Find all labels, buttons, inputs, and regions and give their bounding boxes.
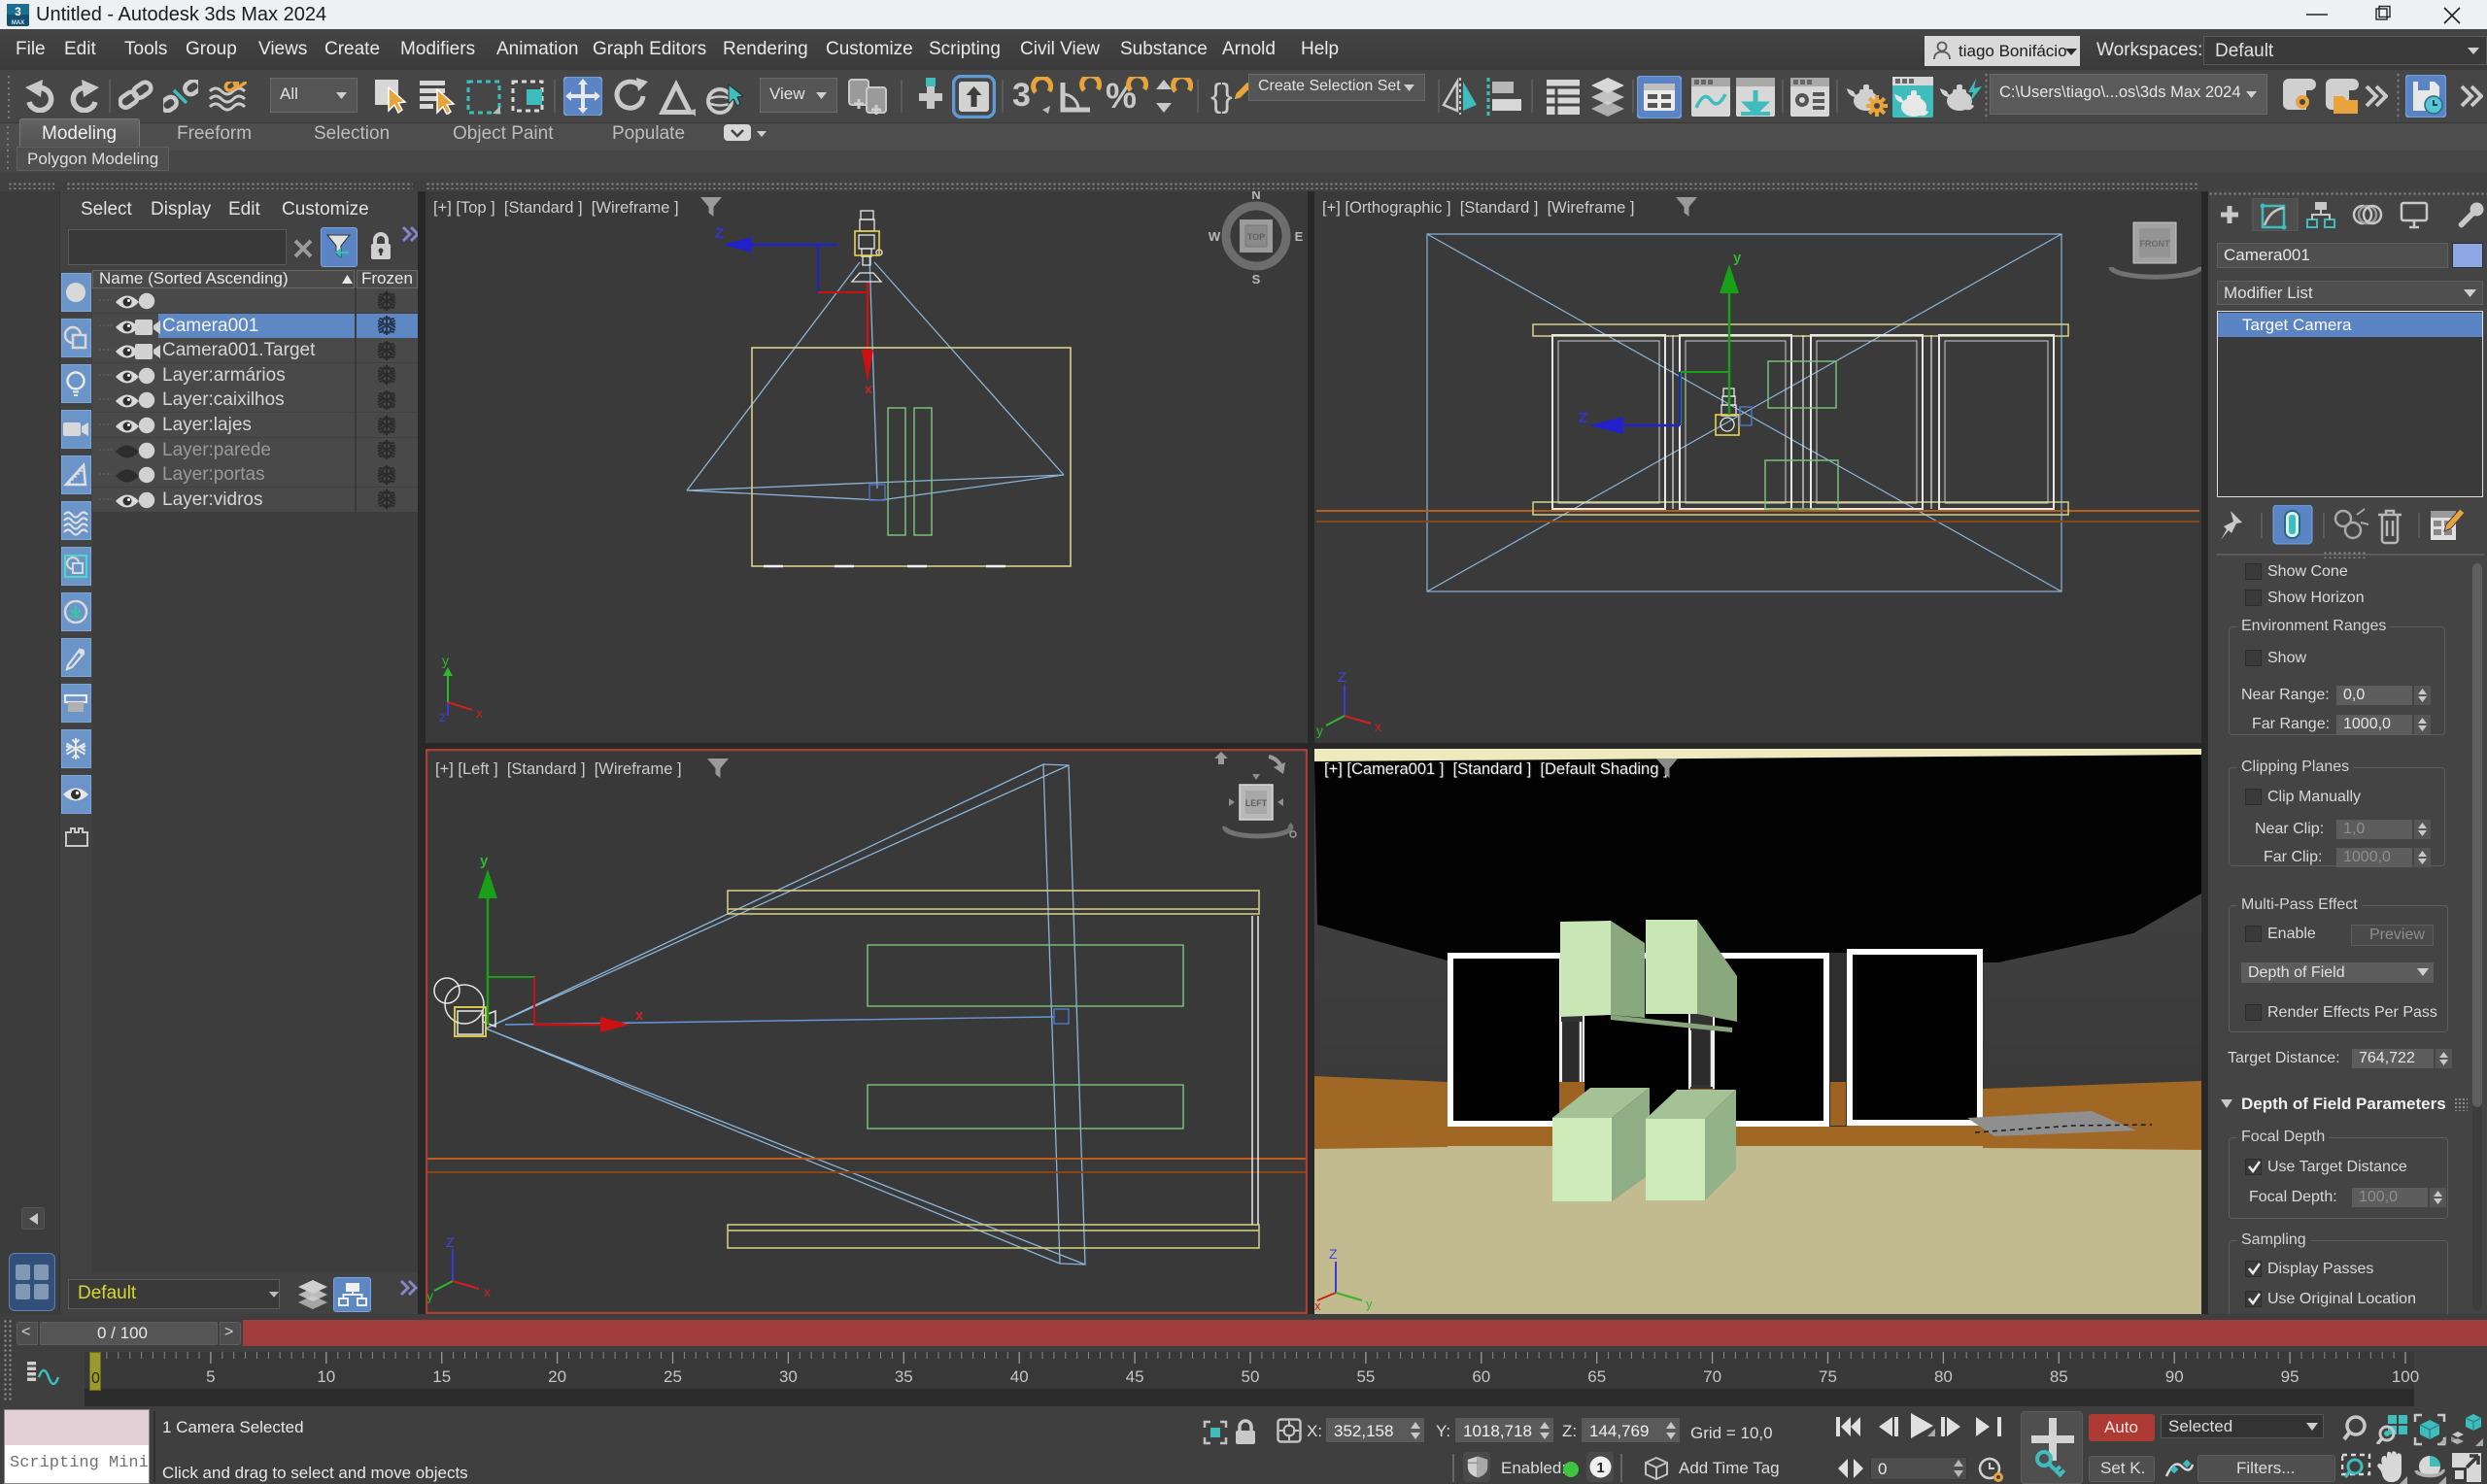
- svg-text:S: S: [1252, 272, 1261, 287]
- svg-text:{}: {}: [1210, 78, 1233, 115]
- svg-text:30: 30: [779, 1367, 798, 1386]
- svg-text:y: y: [1366, 1297, 1373, 1311]
- svg-text:60: 60: [1472, 1367, 1490, 1386]
- svg-text:y: y: [1316, 723, 1323, 738]
- svg-text:%: %: [1106, 77, 1137, 116]
- svg-text:x: x: [1314, 1298, 1321, 1313]
- svg-text:[+] [Left ] [Standard ] [Wir: [+] [Left ] [Standard ] [Wireframe ]: [435, 760, 682, 778]
- svg-text:5: 5: [206, 1367, 215, 1386]
- svg-text:10: 10: [317, 1367, 335, 1386]
- svg-text:3: 3: [1012, 77, 1031, 114]
- svg-text:40: 40: [1010, 1367, 1029, 1386]
- svg-text:FRONT: FRONT: [2140, 239, 2170, 249]
- svg-text:W: W: [1209, 229, 1221, 244]
- svg-text:50: 50: [1242, 1367, 1260, 1386]
- svg-text:70: 70: [1703, 1367, 1721, 1386]
- svg-text:35: 35: [895, 1367, 913, 1386]
- svg-text:[+] [Camera001 ] [Standard ]: [+] [Camera001 ] [Standard ] [Default Sh…: [1324, 760, 1668, 778]
- svg-text:y: y: [480, 853, 489, 869]
- svg-text:Z: Z: [1329, 1246, 1338, 1262]
- svg-text:x: x: [635, 1007, 644, 1024]
- svg-text:[+] [Orthographic ] [Standard: [+] [Orthographic ] [Standard ] [Wirefra…: [1322, 199, 1634, 217]
- svg-text:x: x: [1375, 719, 1381, 734]
- svg-text:25: 25: [664, 1367, 682, 1386]
- svg-text:[+] [Top ] [Standard ] [Wire: [+] [Top ] [Standard ] [Wireframe ]: [433, 199, 679, 217]
- svg-text:TOP: TOP: [1247, 232, 1265, 242]
- svg-text:90: 90: [2165, 1367, 2184, 1386]
- svg-text:Z: Z: [1579, 410, 1587, 426]
- svg-text:95: 95: [2281, 1367, 2300, 1386]
- svg-text:1: 1: [1596, 1460, 1604, 1476]
- svg-text:LEFT: LEFT: [1245, 798, 1268, 808]
- svg-text:E: E: [1295, 229, 1304, 244]
- svg-text:y: y: [442, 653, 449, 668]
- svg-text:85: 85: [2050, 1367, 2068, 1386]
- svg-text:x: x: [865, 381, 872, 396]
- svg-text:y: y: [1733, 250, 1742, 266]
- svg-text:45: 45: [1126, 1367, 1144, 1386]
- svg-text:80: 80: [1934, 1367, 1953, 1386]
- svg-text:100: 100: [2392, 1367, 2419, 1386]
- svg-text:x: x: [484, 1284, 491, 1299]
- svg-text:20: 20: [548, 1367, 566, 1386]
- svg-text:65: 65: [1587, 1367, 1606, 1386]
- svg-text:Z: Z: [715, 225, 724, 242]
- svg-text:N: N: [1251, 191, 1260, 202]
- svg-text:55: 55: [1356, 1367, 1375, 1386]
- svg-text:MAX: MAX: [12, 20, 24, 26]
- svg-text:3: 3: [15, 5, 21, 18]
- svg-text:Z: Z: [446, 1234, 455, 1250]
- svg-text:Z: Z: [1338, 669, 1346, 685]
- svg-text:15: 15: [432, 1367, 451, 1386]
- svg-text:75: 75: [1819, 1367, 1837, 1386]
- svg-text:z: z: [439, 709, 446, 725]
- svg-text:x: x: [476, 705, 483, 721]
